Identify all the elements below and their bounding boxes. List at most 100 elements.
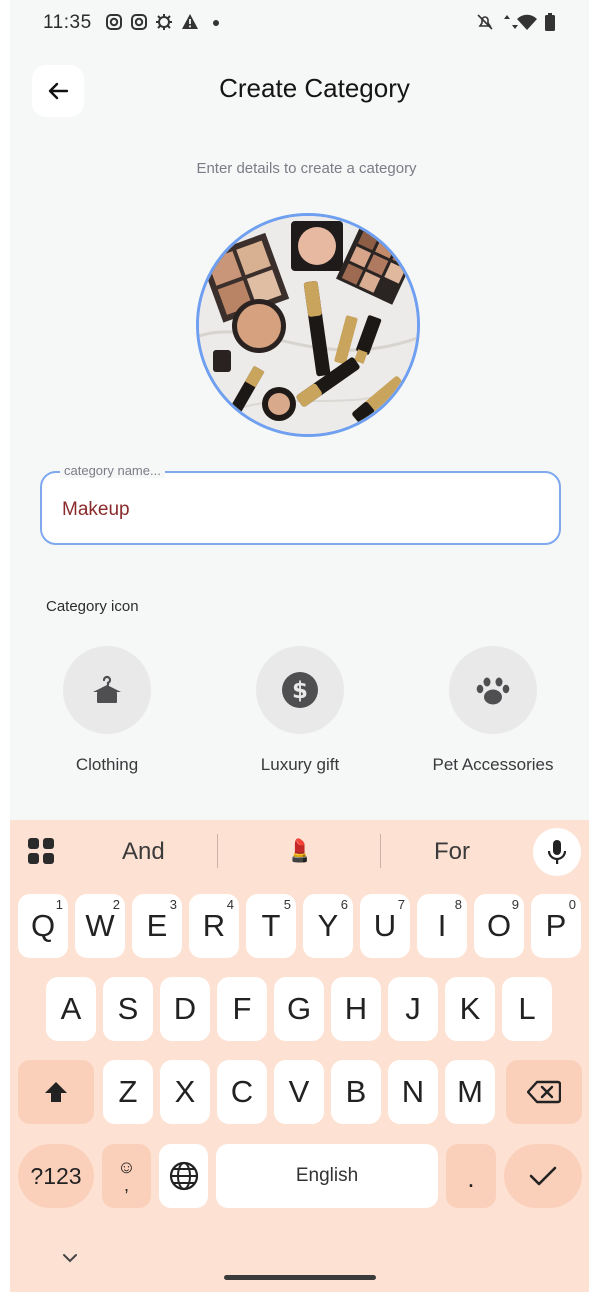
suggestion-1[interactable]: And <box>122 838 165 866</box>
silent-icon <box>477 14 493 30</box>
microphone-icon <box>547 840 567 864</box>
key-i[interactable]: I8 <box>417 894 467 958</box>
suggestion-2[interactable]: 💄 <box>286 838 313 864</box>
key-number-hint: 7 <box>397 897 405 912</box>
key-e[interactable]: E3 <box>132 894 182 958</box>
key-p[interactable]: P0 <box>531 894 581 958</box>
key-label: Y <box>317 908 339 943</box>
emoji-icon: ☺ <box>117 1157 136 1177</box>
category-option-pet-accessories[interactable]: Pet Accessories <box>403 646 583 775</box>
key-k[interactable]: K <box>445 977 495 1041</box>
dollar-coin-icon: $ <box>282 672 318 708</box>
svg-text:$: $ <box>292 678 308 704</box>
category-name-field[interactable]: category name... <box>40 463 561 545</box>
key-m[interactable]: M <box>445 1060 495 1124</box>
key-label: I <box>437 908 447 943</box>
key-w[interactable]: W2 <box>75 894 125 958</box>
key-number-hint: 2 <box>112 897 120 912</box>
wifi-icon <box>517 14 537 30</box>
chevron-down-icon[interactable] <box>62 1253 78 1263</box>
key-label: P <box>545 908 567 943</box>
key-y[interactable]: Y6 <box>303 894 353 958</box>
key-h[interactable]: H <box>331 977 381 1041</box>
key-f[interactable]: F <box>217 977 267 1041</box>
key-number-hint: 4 <box>226 897 234 912</box>
keyboard: And 💄 For Q1W2E3R4T5Y6U7I8O9P0 ASDFGHJKL… <box>10 820 589 1292</box>
settings-sun-icon <box>156 14 172 30</box>
key-j[interactable]: J <box>388 977 438 1041</box>
voice-input-button[interactable] <box>533 828 581 876</box>
checkmark-icon <box>529 1166 557 1186</box>
key-l[interactable]: L <box>502 977 552 1041</box>
key-number-hint: 5 <box>283 897 291 912</box>
key-number-hint: 6 <box>340 897 348 912</box>
key-a[interactable]: A <box>46 977 96 1041</box>
key-v[interactable]: V <box>274 1060 324 1124</box>
key-d[interactable]: D <box>160 977 210 1041</box>
globe-icon <box>169 1161 198 1191</box>
category-option-label: Pet Accessories <box>432 755 554 774</box>
category-option-circle[interactable] <box>63 646 151 734</box>
suggestion-divider <box>380 834 381 868</box>
key-x[interactable]: X <box>160 1060 210 1124</box>
suggestion-3[interactable]: For <box>434 838 470 866</box>
category-option-label: Luxury gift <box>260 755 340 774</box>
key-n[interactable]: N <box>388 1060 438 1124</box>
period-key[interactable]: . <box>446 1144 496 1208</box>
key-b[interactable]: B <box>331 1060 381 1124</box>
screen: 11:35 Create Category Enter details to c… <box>10 0 589 1292</box>
suggestion-divider <box>217 834 218 868</box>
category-name-input[interactable] <box>62 499 522 521</box>
key-number-hint: 0 <box>568 897 576 912</box>
makeup-photo <box>199 216 417 434</box>
key-label: Q <box>30 908 56 943</box>
key-g[interactable]: G <box>274 977 324 1041</box>
key-o[interactable]: O9 <box>474 894 524 958</box>
key-q[interactable]: Q1 <box>18 894 68 958</box>
page-title: Create Category <box>219 73 410 103</box>
instagram-icon <box>131 14 147 30</box>
category-option-clothing[interactable]: Clothing <box>17 646 197 775</box>
key-number-hint: 3 <box>169 897 177 912</box>
key-u[interactable]: U7 <box>360 894 410 958</box>
key-label: O <box>486 908 512 943</box>
language-key[interactable] <box>159 1144 208 1208</box>
battery-icon <box>545 13 555 31</box>
emoji-key[interactable]: ☺ , <box>102 1144 151 1208</box>
symbols-key[interactable]: ?123 <box>18 1144 94 1208</box>
shift-key[interactable] <box>18 1060 94 1124</box>
enter-key[interactable] <box>504 1144 582 1208</box>
key-label: U <box>373 908 397 943</box>
category-option-label: Clothing <box>75 755 139 774</box>
key-number-hint: 1 <box>55 897 63 912</box>
category-image[interactable] <box>196 213 420 437</box>
key-t[interactable]: T5 <box>246 894 296 958</box>
key-r[interactable]: R4 <box>189 894 239 958</box>
key-label: T <box>261 908 281 943</box>
key-label: E <box>146 908 168 943</box>
hanger-shirt-icon <box>93 675 121 703</box>
shift-icon <box>45 1082 67 1102</box>
space-key[interactable]: English <box>216 1144 438 1208</box>
key-c[interactable]: C <box>217 1060 267 1124</box>
key-label: W <box>85 908 115 943</box>
category-option-circle[interactable] <box>449 646 537 734</box>
paw-icon <box>476 677 510 705</box>
category-icon-heading: Category icon <box>46 598 139 615</box>
key-label: R <box>202 908 226 943</box>
category-option-circle[interactable]: $ <box>256 646 344 734</box>
category-option-luxury-gift[interactable]: $ Luxury gift <box>210 646 390 775</box>
key-number-hint: 9 <box>511 897 519 912</box>
status-bar: 11:35 <box>10 0 589 46</box>
comma-label: , <box>123 1175 129 1195</box>
gesture-nav-bar[interactable] <box>224 1275 376 1280</box>
key-s[interactable]: S <box>103 977 153 1041</box>
category-name-label: category name... <box>60 463 165 478</box>
key-number-hint: 8 <box>454 897 462 912</box>
status-time: 11:35 <box>43 12 92 33</box>
warning-icon <box>182 14 198 29</box>
apps-grid-icon[interactable] <box>28 838 54 864</box>
backspace-key[interactable] <box>506 1060 582 1124</box>
backspace-icon <box>527 1080 561 1104</box>
key-z[interactable]: Z <box>103 1060 153 1124</box>
